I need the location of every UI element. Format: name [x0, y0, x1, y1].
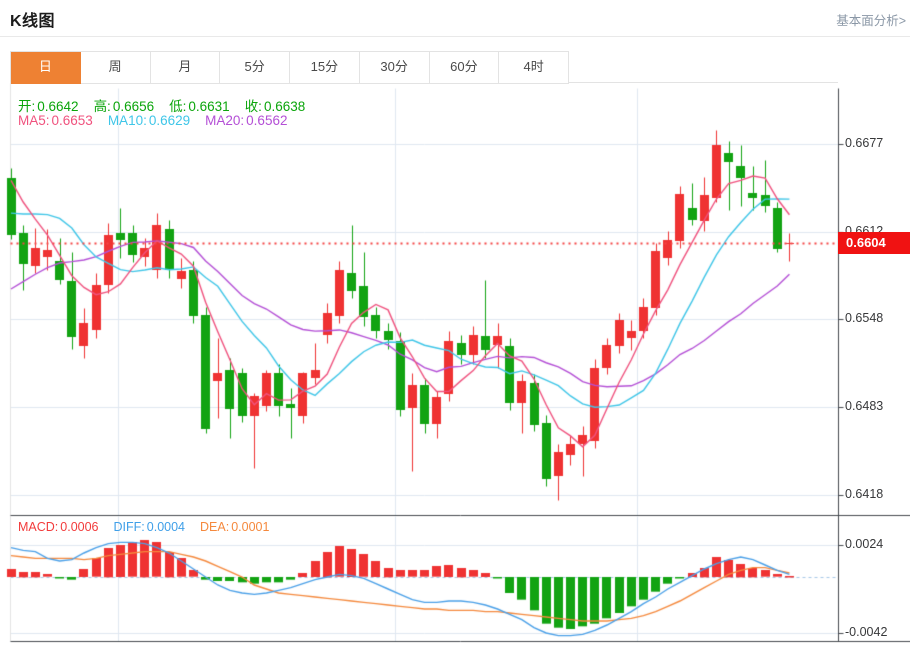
legend-value: 0.6629	[149, 113, 190, 128]
legend-label: DEA:	[200, 520, 229, 534]
price-tick-label: 0.6483	[845, 399, 883, 413]
legend-label: DIFF:	[114, 520, 145, 534]
legend-value: 0.6642	[37, 99, 78, 114]
fundamental-analysis-link[interactable]: 基本面分析>	[836, 10, 906, 29]
legend-label: MA5:	[18, 113, 50, 128]
macd-legend-item: MACD:0.0006	[18, 520, 99, 534]
legend-label: 高:	[94, 99, 111, 114]
macd-tick-label: -0.0042	[845, 625, 887, 639]
ohlc-legend: 开:0.6642 高:0.6656 低:0.6631 收:0.6638	[18, 95, 320, 115]
interval-tab-1[interactable]: 日	[11, 52, 81, 84]
interval-tab-6[interactable]: 30分	[360, 52, 430, 84]
price-tick-label: 0.6418	[845, 487, 883, 501]
legend-value: 0.6631	[188, 99, 229, 114]
ma-legend: MA5:0.6653 MA10:0.6629 MA20:0.6562	[18, 113, 302, 128]
interval-tab-5[interactable]: 15分	[290, 52, 360, 84]
legend-label: 开:	[18, 99, 35, 114]
page-title: K线图	[10, 7, 55, 31]
legend-label: 低:	[169, 99, 186, 114]
ohlc-legend-item: 开:0.6642	[18, 99, 79, 114]
interval-tabs: 日周月5分15分30分60分4时	[10, 51, 569, 84]
macd-tick-label: 0.0024	[845, 537, 883, 551]
ma-legend-item: MA5:0.6653	[18, 113, 93, 128]
tabbar-extension-line	[568, 82, 838, 83]
legend-value: 0.6638	[264, 99, 305, 114]
price-tick-label: 0.6677	[845, 136, 883, 150]
legend-value: 0.0001	[231, 520, 269, 534]
ohlc-legend-item: 收:0.6638	[245, 99, 306, 114]
interval-tab-7[interactable]: 60分	[430, 52, 500, 84]
legend-label: MA10:	[108, 113, 147, 128]
kline-page: K线图 基本面分析> 日周月5分15分30分60分4时 开:0.6642高:0.…	[0, 0, 910, 648]
legend-value: 0.6562	[246, 113, 287, 128]
legend-label: MA20:	[205, 113, 244, 128]
ohlc-legend-item: 高:0.6656	[94, 99, 155, 114]
macd-legend: MACD:0.0006 DIFF:0.0004 DEA:0.0001	[18, 520, 284, 534]
legend-value: 0.0006	[60, 520, 98, 534]
legend-value: 0.6653	[52, 113, 93, 128]
price-tick-label: 0.6548	[845, 311, 883, 325]
interval-tab-3[interactable]: 月	[151, 52, 221, 84]
ohlc-legend-item: 低:0.6631	[169, 99, 230, 114]
macd-legend-item: DIFF:0.0004	[114, 520, 185, 534]
interval-tab-8[interactable]: 4时	[499, 52, 569, 84]
interval-tab-2[interactable]: 周	[81, 52, 151, 84]
legend-label: 收:	[245, 99, 262, 114]
legend-label: MACD:	[18, 520, 58, 534]
legend-value: 0.0004	[147, 520, 185, 534]
interval-tab-4[interactable]: 5分	[220, 52, 290, 84]
legend-value: 0.6656	[113, 99, 154, 114]
ma-legend-item: MA10:0.6629	[108, 113, 190, 128]
current-price-tag: 0.6604	[838, 232, 910, 254]
ma-legend-item: MA20:0.6562	[205, 113, 287, 128]
macd-legend-item: DEA:0.0001	[200, 520, 269, 534]
header-divider	[0, 36, 910, 37]
